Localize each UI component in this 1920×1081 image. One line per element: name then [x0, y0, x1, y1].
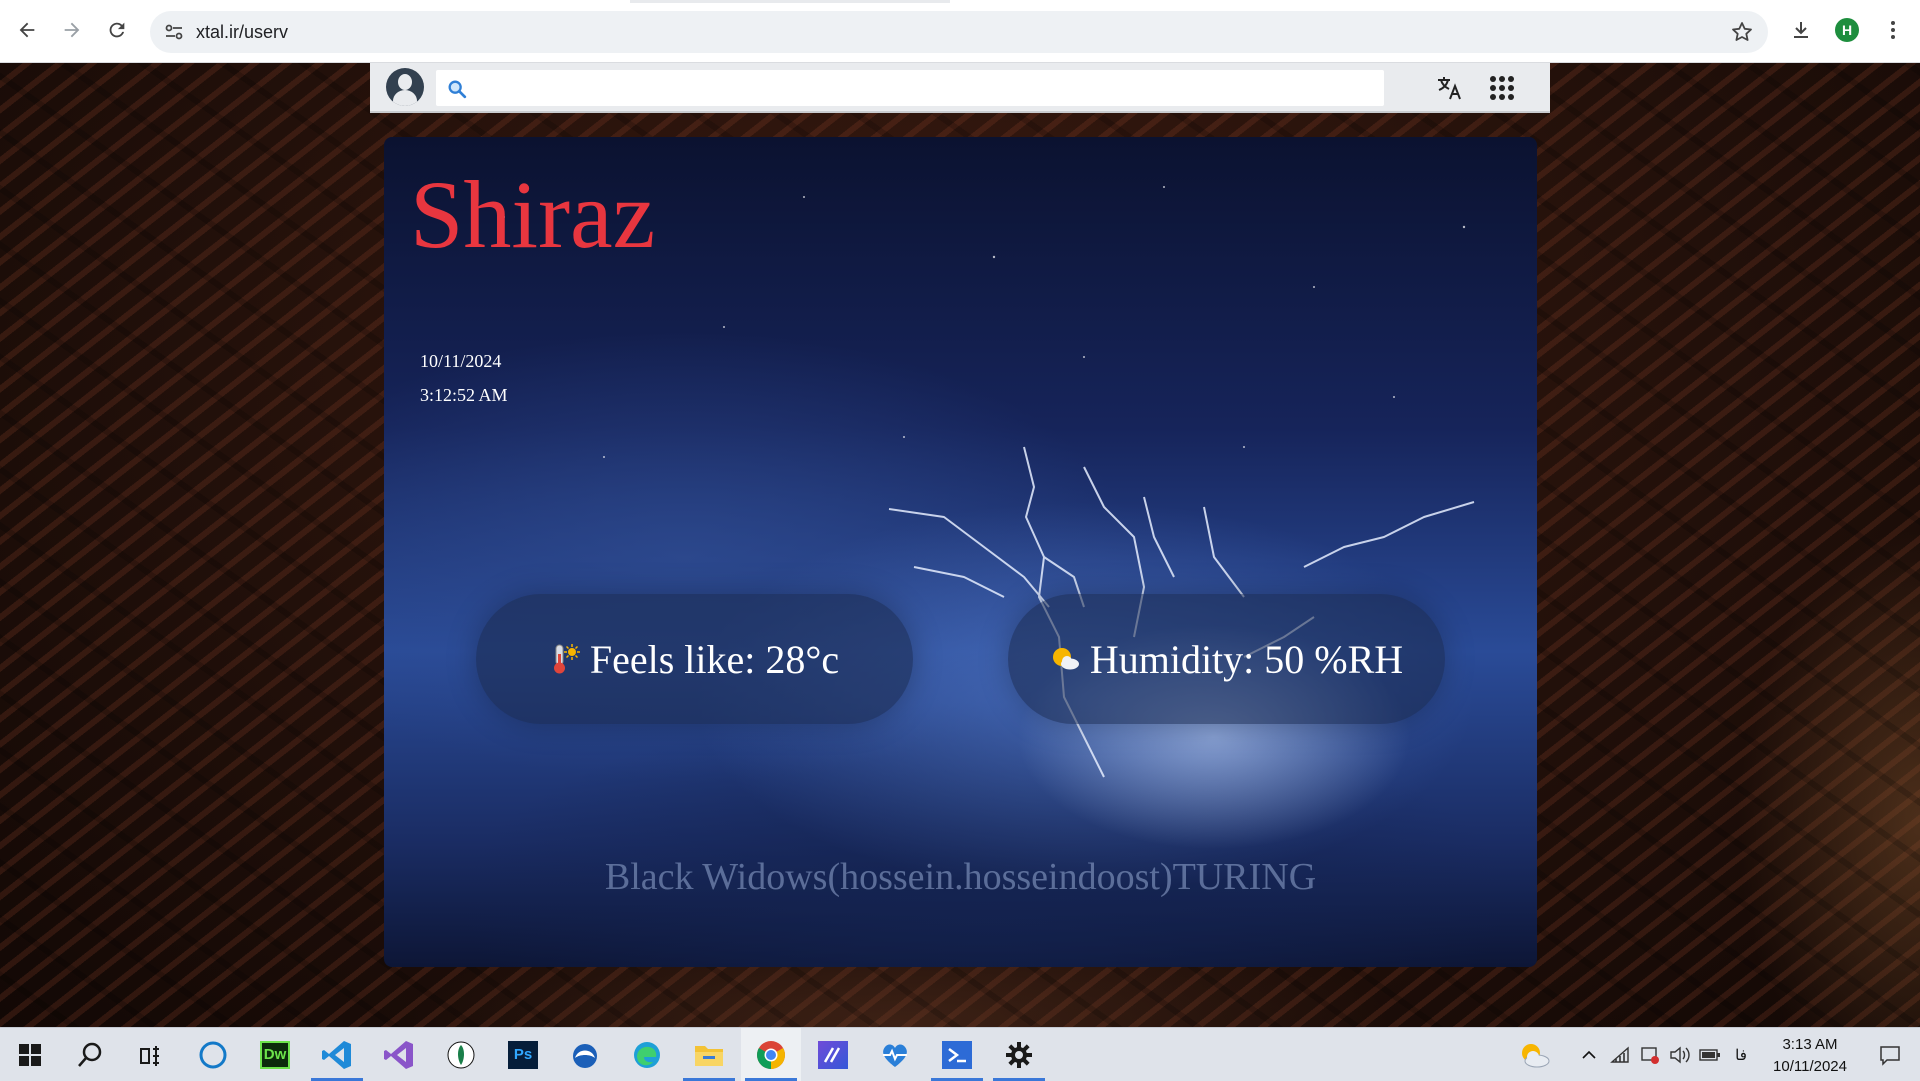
terminal-app[interactable]: [927, 1028, 987, 1081]
credit-text: Black Widows(hossein.hosseindoost)TURING: [604, 856, 1317, 898]
chevron-up-icon: [1582, 1050, 1596, 1059]
vscode-icon: [322, 1040, 351, 1069]
edge-icon: [634, 1041, 660, 1068]
current-time: 3:12:52 AM: [420, 385, 508, 405]
terminal-icon: [942, 1040, 972, 1069]
feels-like-card: Feels like: 28°c: [476, 594, 913, 724]
battery-icon: [1699, 1048, 1720, 1061]
chrome-icon: [757, 1040, 785, 1069]
more-menu-button[interactable]: [1876, 13, 1910, 47]
reload-button[interactable]: [100, 13, 134, 47]
translate-icon[interactable]: [1435, 73, 1465, 103]
health-icon: [883, 1043, 907, 1067]
show-hidden-icons-button[interactable]: [1574, 1028, 1604, 1081]
taskbar-app-green[interactable]: [431, 1028, 491, 1081]
forward-button[interactable]: [55, 13, 89, 47]
health-app[interactable]: [865, 1028, 925, 1081]
reload-icon: [109, 22, 125, 38]
volume-control[interactable]: [1666, 1028, 1694, 1081]
file-explorer-icon: [695, 1045, 723, 1066]
photoshop-app[interactable]: Ps: [493, 1028, 553, 1081]
apps-grid-icon[interactable]: [1487, 73, 1517, 103]
avatar-icon[interactable]: [386, 68, 424, 106]
search-icon: [78, 1042, 102, 1067]
taskbar: Dw Ps فا 3:13 AM 10/11/2024: [0, 1027, 1920, 1081]
edge-app[interactable]: [617, 1028, 677, 1081]
cortana-button[interactable]: [183, 1028, 243, 1081]
speaker-icon: [1670, 1046, 1690, 1063]
shield-alert-icon: [1641, 1046, 1659, 1064]
download-icon: [1794, 22, 1808, 38]
url-text[interactable]: xtal.ir/userv: [196, 22, 288, 43]
visual-studio-app[interactable]: [369, 1028, 429, 1081]
task-view-icon: [140, 1045, 159, 1066]
taskbar-app-purple[interactable]: [803, 1028, 863, 1081]
settings-app[interactable]: [989, 1028, 1049, 1081]
app-icon: [818, 1040, 848, 1069]
search-icon: [448, 80, 467, 99]
notification-center-button[interactable]: [1866, 1028, 1914, 1081]
photoshop-icon: Ps: [508, 1040, 538, 1069]
site-settings-icon[interactable]: [162, 20, 186, 44]
taskbar-search-button[interactable]: [60, 1028, 120, 1081]
taskbar-browser-app[interactable]: [555, 1028, 615, 1081]
weather-card: Shiraz 10/11/2024 3:12:52 AM Feels like:…: [384, 137, 1537, 967]
browser-toolbar: xtal.ir/userv H: [0, 0, 1920, 63]
search-input[interactable]: [476, 74, 1370, 104]
back-icon: [19, 22, 35, 38]
clock-date: 10/11/2024: [1773, 1058, 1847, 1075]
network-status[interactable]: [1606, 1028, 1634, 1081]
clock-time: 3:13 AM: [1782, 1036, 1838, 1053]
back-button[interactable]: [10, 13, 44, 47]
security-status[interactable]: [1636, 1028, 1664, 1081]
visual-studio-icon: [384, 1040, 413, 1069]
forward-icon: [64, 22, 80, 38]
file-explorer-app[interactable]: [679, 1028, 739, 1081]
weather-widget-icon: [1522, 1043, 1550, 1067]
star-icon[interactable]: [1730, 20, 1754, 44]
thermometer-sun-icon: [553, 644, 580, 674]
feels-like-text: Feels like: 28°c: [589, 636, 840, 682]
download-button[interactable]: [1784, 13, 1818, 47]
dreamweaver-app[interactable]: Dw: [245, 1028, 305, 1081]
tab-strip: [630, 0, 950, 3]
vscode-app[interactable]: [307, 1028, 367, 1081]
start-icon: [19, 1043, 41, 1066]
start-button[interactable]: [0, 1028, 60, 1081]
notification-icon: [1880, 1045, 1900, 1066]
humidity-card: Humidity: 50 %RH: [1008, 594, 1445, 724]
address-bar[interactable]: xtal.ir/userv: [150, 11, 1768, 53]
city-name: Shiraz: [410, 161, 656, 268]
profile-button[interactable]: H: [1830, 13, 1864, 47]
language-indicator[interactable]: فا: [1728, 1028, 1754, 1081]
search-box[interactable]: [436, 70, 1384, 106]
chrome-app[interactable]: [741, 1028, 801, 1081]
dreamweaver-icon: Dw: [260, 1040, 290, 1069]
system-clock[interactable]: 3:13 AM 10/11/2024: [1756, 1034, 1864, 1078]
task-view-button[interactable]: [120, 1028, 180, 1081]
page-background: Shiraz 10/11/2024 3:12:52 AM Feels like:…: [0, 63, 1920, 1027]
weather-widget[interactable]: [1512, 1028, 1556, 1081]
humidity-text: Humidity: 50 %RH: [1089, 636, 1404, 682]
sun-behind-cloud-icon: [1052, 648, 1079, 670]
battery-status[interactable]: [1696, 1028, 1724, 1081]
browser-icon: [573, 1043, 597, 1068]
profile-avatar: H: [1835, 18, 1859, 42]
cortana-icon: [199, 1041, 227, 1068]
more-menu-icon: [1891, 21, 1895, 39]
settings-icon: [1006, 1041, 1032, 1068]
current-date: 10/11/2024: [420, 351, 502, 371]
wifi-icon: [1610, 1045, 1629, 1063]
app-icon: [447, 1041, 475, 1068]
site-header: [370, 63, 1550, 113]
